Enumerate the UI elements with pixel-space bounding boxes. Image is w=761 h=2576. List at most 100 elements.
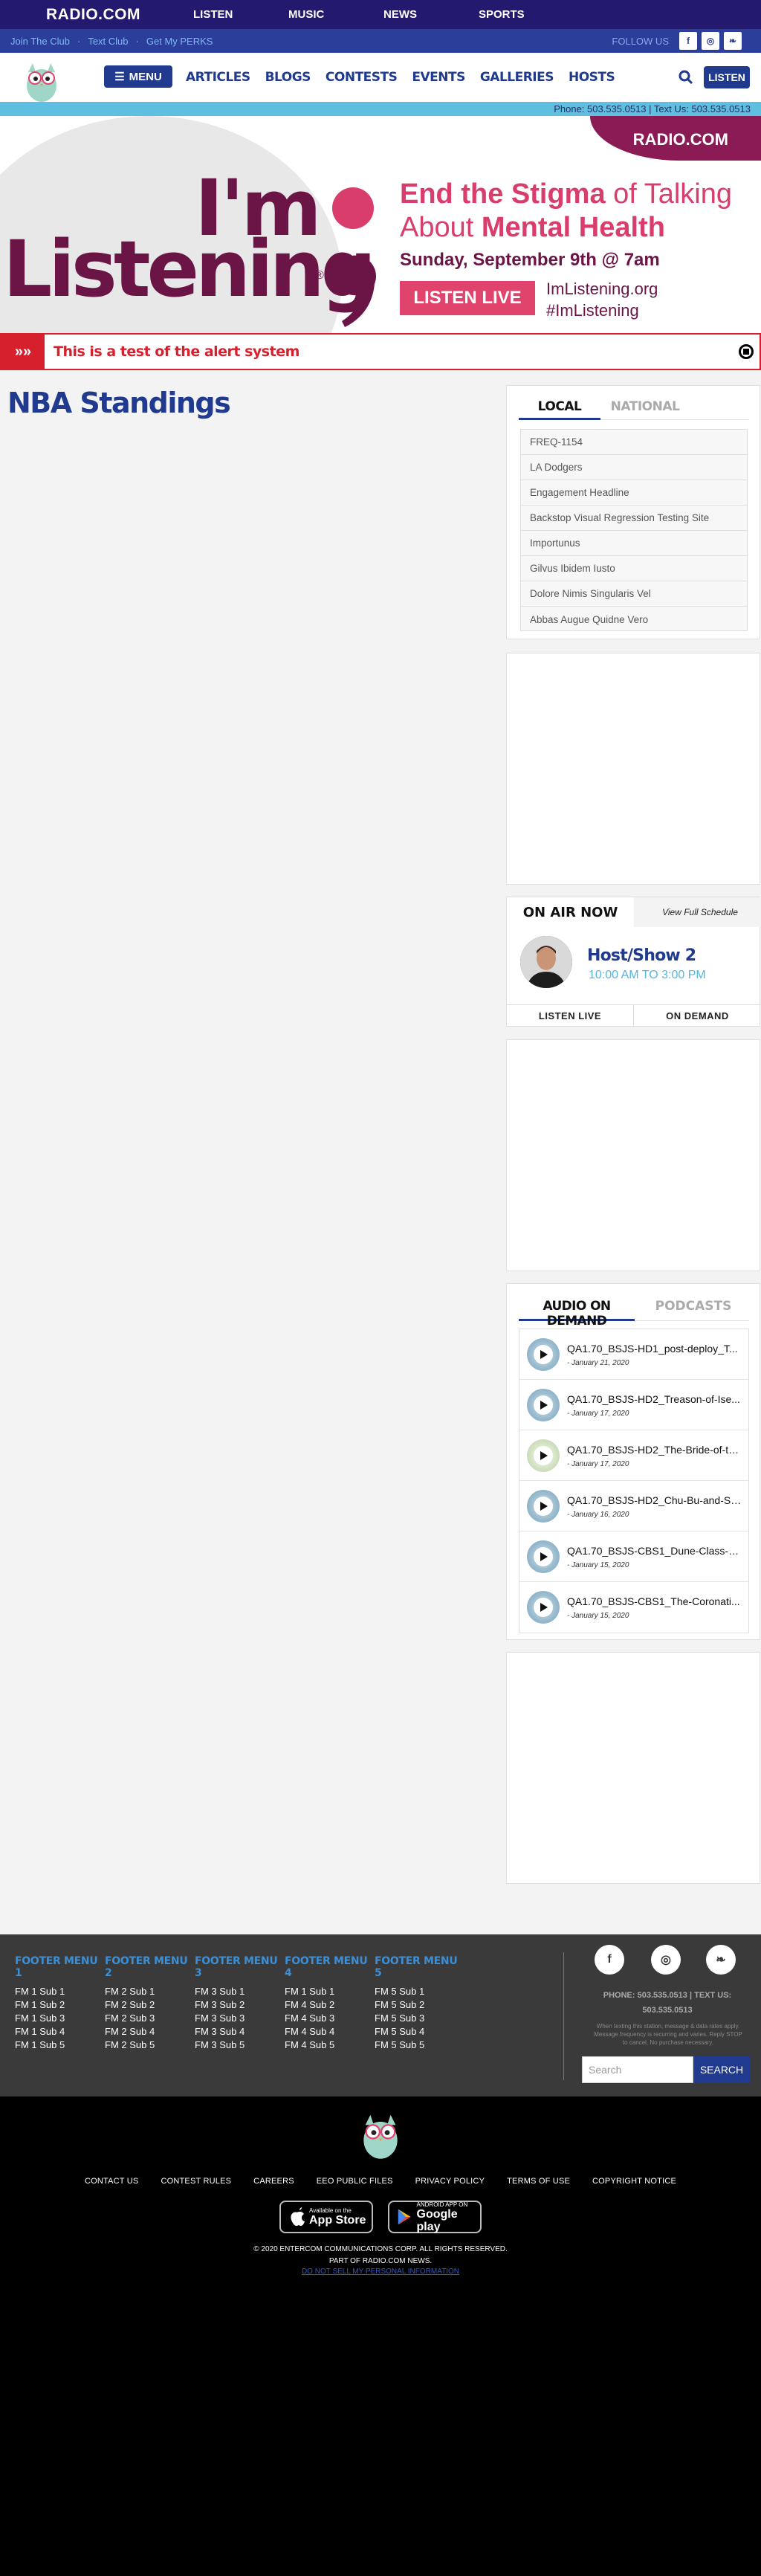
app-store-badge[interactable]: Available on the App Store: [279, 2201, 373, 2233]
list-item[interactable]: Gilvus Ibidem Iusto: [521, 556, 747, 581]
footer-menu-title[interactable]: FOOTER MENU 4: [285, 1955, 372, 1979]
contact-us-link[interactable]: CONTACT US: [85, 2177, 139, 2186]
tab-podcasts[interactable]: PODCASTS: [645, 1291, 742, 1321]
nav-articles[interactable]: ARTICLES: [186, 70, 250, 85]
play-icon[interactable]: [534, 1446, 553, 1465]
footer-link[interactable]: FM 4 Sub 2: [285, 1998, 372, 2012]
footer-link[interactable]: FM 4 Sub 4: [285, 2025, 372, 2038]
host-avatar[interactable]: [520, 936, 572, 988]
episode-title[interactable]: QA1.70_BSJS-CBS1_The-Coronati...: [567, 1595, 742, 1607]
owl-logo-icon[interactable]: [355, 2110, 406, 2160]
tab-national[interactable]: NATIONAL: [608, 393, 682, 420]
nav-events[interactable]: EVENTS: [412, 70, 465, 85]
list-item[interactable]: LA Dodgers: [521, 455, 747, 480]
footer-link[interactable]: FM 5 Sub 4: [375, 2025, 462, 2038]
terms-of-use-link[interactable]: TERMS OF USE: [507, 2177, 570, 2186]
episode-title[interactable]: QA1.70_BSJS-HD1_post-deploy_T...: [567, 1343, 742, 1355]
footer-link[interactable]: FM 2 Sub 3: [105, 2012, 192, 2025]
contest-rules-link[interactable]: CONTEST RULES: [161, 2177, 231, 2186]
alert-text[interactable]: This is a test of the alert system: [54, 343, 299, 360]
footer-link[interactable]: FM 5 Sub 1: [375, 1985, 462, 1998]
ad-slot[interactable]: [506, 1039, 760, 1271]
play-icon[interactable]: [534, 1547, 553, 1566]
footer-search-button[interactable]: SEARCH: [693, 2056, 750, 2083]
listen-live-button[interactable]: LISTEN LIVE: [507, 1004, 634, 1027]
footer-link[interactable]: FM 2 Sub 1: [105, 1985, 192, 1998]
footer-link[interactable]: FM 1 Sub 3: [15, 2012, 103, 2025]
tab-audio-on-demand[interactable]: AUDIO ON DEMAND: [519, 1291, 635, 1329]
google-play-badge[interactable]: ANDROID APP ON Google play: [388, 2201, 482, 2233]
footer-link[interactable]: FM 4 Sub 5: [285, 2038, 372, 2052]
play-icon[interactable]: [534, 1598, 553, 1617]
view-schedule-link[interactable]: View Full Schedule: [644, 897, 756, 927]
footer-link[interactable]: FM 2 Sub 4: [105, 2025, 192, 2038]
footer-link[interactable]: FM 3 Sub 2: [195, 1998, 282, 2012]
text-club-link[interactable]: Text Club: [88, 36, 128, 47]
banner-listen-live-button[interactable]: LISTEN LIVE: [400, 281, 535, 315]
list-item[interactable]: QA1.70_BSJS-HD1_post-deploy_T... - Janua…: [519, 1329, 748, 1380]
play-icon[interactable]: [534, 1395, 553, 1415]
list-item[interactable]: Backstop Visual Regression Testing Site: [521, 506, 747, 531]
host-name[interactable]: Host/Show 2: [587, 946, 696, 965]
episode-title[interactable]: QA1.70_BSJS-HD2_Treason-of-Ise...: [567, 1393, 742, 1405]
play-icon[interactable]: [534, 1497, 553, 1516]
nav-galleries[interactable]: GALLERIES: [480, 70, 554, 85]
nav-hosts[interactable]: HOSTS: [569, 70, 615, 85]
nav-blogs[interactable]: BLOGS: [265, 70, 311, 85]
top-menu-music[interactable]: MUSIC: [288, 8, 383, 21]
list-item[interactable]: QA1.70_BSJS-CBS1_Dune-Class-1... - Janua…: [519, 1531, 748, 1582]
promo-banner[interactable]: RADIO.COM I'm Listening ® End the Stigma…: [0, 116, 761, 333]
listen-button[interactable]: LISTEN: [704, 66, 750, 88]
nav-contests[interactable]: CONTESTS: [326, 70, 398, 85]
search-icon[interactable]: [678, 69, 694, 85]
do-not-sell-link[interactable]: DO NOT SELL MY PERSONAL INFORMATION: [0, 2267, 761, 2276]
footer-link[interactable]: FM 5 Sub 5: [375, 2038, 462, 2052]
footer-link[interactable]: FM 1 Sub 1: [285, 1985, 372, 1998]
footer-link[interactable]: FM 3 Sub 3: [195, 2012, 282, 2025]
list-item[interactable]: QA1.70_BSJS-HD2_Chu-Bu-and-Sh... - Janua…: [519, 1481, 748, 1531]
list-item[interactable]: Engagement Headline: [521, 480, 747, 506]
get-my-perks-link[interactable]: Get My PERKS: [146, 36, 213, 47]
close-icon[interactable]: [739, 344, 754, 359]
footer-link[interactable]: FM 1 Sub 2: [15, 1998, 103, 2012]
footer-link[interactable]: FM 5 Sub 3: [375, 2012, 462, 2025]
list-item[interactable]: Abbas Augue Quidne Vero: [521, 607, 747, 632]
top-menu-news[interactable]: NEWS: [383, 8, 479, 21]
footer-link[interactable]: FM 4 Sub 3: [285, 2012, 372, 2025]
instagram-icon[interactable]: ◎: [651, 1945, 681, 1975]
footer-search-input[interactable]: Search: [582, 2056, 693, 2083]
footer-link[interactable]: FM 1 Sub 1: [15, 1985, 103, 1998]
footer-menu-title[interactable]: FOOTER MENU 2: [105, 1955, 192, 1979]
footer-menu-title[interactable]: FOOTER MENU 3: [195, 1955, 282, 1979]
menu-button[interactable]: ☰ MENU: [104, 65, 172, 88]
radio-com-logo[interactable]: RADIO.COM: [46, 6, 140, 24]
tab-local[interactable]: LOCAL: [519, 393, 600, 420]
list-item[interactable]: QA1.70_BSJS-HD2_The-Bride-of-th... - Jan…: [519, 1430, 748, 1481]
episode-title[interactable]: QA1.70_BSJS-CBS1_Dune-Class-1...: [567, 1545, 742, 1557]
list-item[interactable]: FREQ-1154: [521, 430, 747, 455]
list-item[interactable]: QA1.70_BSJS-HD2_Treason-of-Ise... - Janu…: [519, 1380, 748, 1430]
twitter-icon[interactable]: ❧: [724, 32, 742, 50]
footer-link[interactable]: FM 5 Sub 2: [375, 1998, 462, 2012]
facebook-icon[interactable]: f: [595, 1945, 624, 1975]
play-icon[interactable]: [534, 1345, 553, 1364]
list-item[interactable]: QA1.70_BSJS-CBS1_The-Coronati... - Janua…: [519, 1582, 748, 1633]
facebook-icon[interactable]: f: [679, 32, 697, 50]
footer-link[interactable]: FM 1 Sub 5: [15, 2038, 103, 2052]
privacy-policy-link[interactable]: PRIVACY POLICY: [415, 2177, 485, 2186]
owl-logo-icon[interactable]: [19, 59, 64, 103]
footer-link[interactable]: FM 1 Sub 4: [15, 2025, 103, 2038]
on-demand-button[interactable]: ON DEMAND: [634, 1005, 761, 1027]
instagram-icon[interactable]: ◎: [702, 32, 719, 50]
footer-link[interactable]: FM 2 Sub 2: [105, 1998, 192, 2012]
copyright-notice-link[interactable]: COPYRIGHT NOTICE: [592, 2177, 676, 2186]
footer-link[interactable]: FM 3 Sub 4: [195, 2025, 282, 2038]
footer-link[interactable]: FM 2 Sub 5: [105, 2038, 192, 2052]
eeo-public-files-link[interactable]: EEO PUBLIC FILES: [317, 2177, 393, 2186]
top-menu-listen[interactable]: LISTEN: [193, 8, 288, 21]
list-item[interactable]: Dolore Nimis Singularis Vel: [521, 581, 747, 607]
twitter-icon[interactable]: ❧: [706, 1945, 736, 1975]
episode-title[interactable]: QA1.70_BSJS-HD2_Chu-Bu-and-Sh...: [567, 1494, 742, 1506]
careers-link[interactable]: CAREERS: [253, 2177, 294, 2186]
list-item[interactable]: Importunus: [521, 531, 747, 556]
